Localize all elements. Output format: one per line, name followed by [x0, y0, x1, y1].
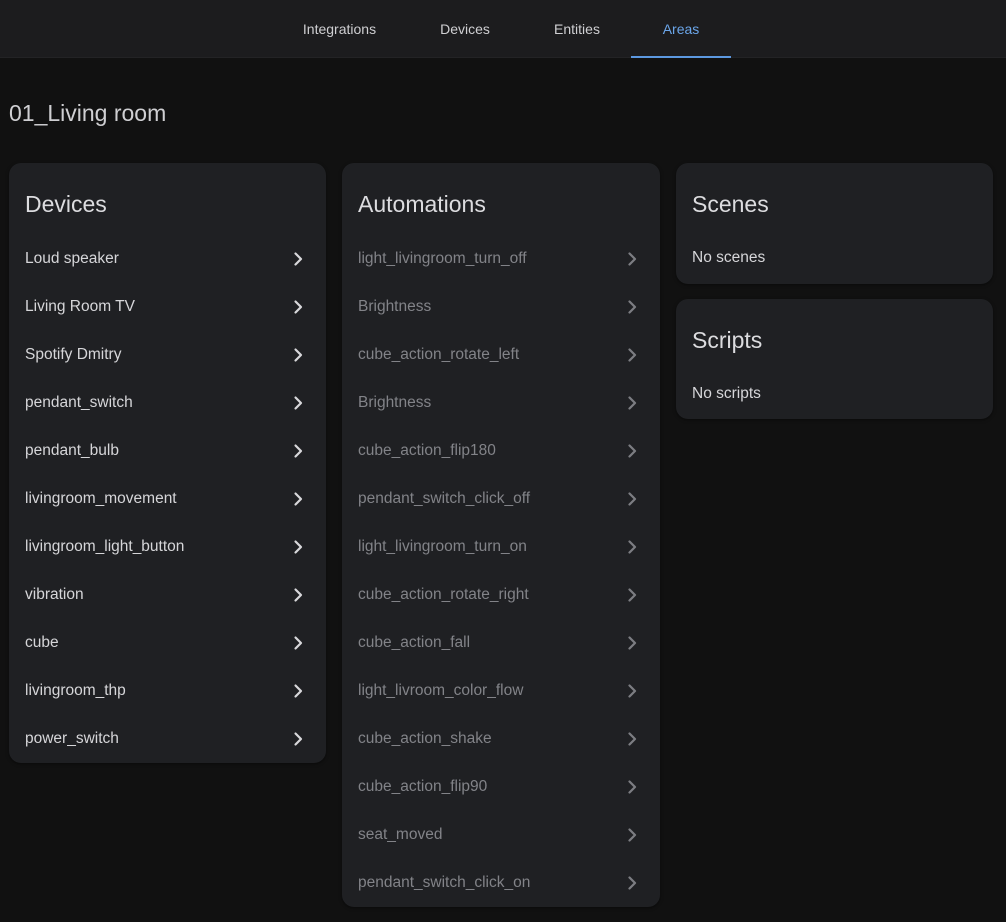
automation-item-label: cube_action_rotate_left [358, 346, 520, 363]
automation-item-label: light_livingroom_turn_off [358, 250, 527, 267]
scenes-card: Scenes No scenes [676, 163, 993, 284]
chevron-right-icon [290, 443, 306, 459]
automation-item-label: cube_action_shake [358, 730, 492, 747]
device-item-label: vibration [25, 586, 84, 603]
chevron-right-icon [624, 539, 640, 555]
device-item-label: Living Room TV [25, 298, 135, 315]
automation-item-label: seat_moved [358, 826, 443, 843]
chevron-right-icon [290, 347, 306, 363]
automation-item-label: pendant_switch_click_on [358, 874, 531, 891]
devices-list: Loud speaker Living Room TV Spotify Dmitry… [9, 235, 326, 763]
devices-card-title: Devices [25, 191, 107, 217]
device-item-row[interactable]: pendant_switch [9, 379, 326, 427]
automation-item-label: pendant_switch_click_off [358, 490, 531, 507]
device-item-row[interactable]: Living Room TV [9, 283, 326, 331]
chevron-right-icon [624, 347, 640, 363]
tab-areas[interactable]: Areas [631, 0, 731, 58]
chevron-right-icon [624, 731, 640, 747]
automation-item-label: cube_action_fall [358, 634, 471, 651]
automation-item-row[interactable]: light_livroom_color_flow [342, 667, 660, 715]
chevron-right-icon [624, 299, 640, 315]
devices-card: Devices Loud speaker Living Room TV Spotif… [9, 163, 326, 763]
device-item-row[interactable]: livingroom_movement [9, 475, 326, 523]
chevron-right-icon [290, 731, 306, 747]
chevron-right-icon [290, 635, 306, 651]
automations-list: light_livingroom_turn_off Brightness cube_… [342, 235, 660, 907]
scripts-card: Scripts No scripts [676, 299, 993, 419]
device-item-row[interactable]: Loud speaker [9, 235, 326, 283]
chevron-right-icon [290, 395, 306, 411]
automation-item-row[interactable]: cube_action_rotate_right [342, 571, 660, 619]
chevron-right-icon [624, 635, 640, 651]
automation-item-row[interactable]: pendant_switch_click_on [342, 859, 660, 907]
scripts-empty-text: No scripts [692, 385, 761, 402]
chevron-right-icon [624, 587, 640, 603]
chevron-right-icon [624, 251, 640, 267]
automation-item-row[interactable]: light_livingroom_turn_on [342, 523, 660, 571]
chevron-right-icon [290, 539, 306, 555]
device-item-label: livingroom_light_button [25, 538, 185, 555]
chevron-right-icon [624, 827, 640, 843]
automation-item-label: light_livingroom_turn_on [358, 538, 527, 555]
automation-item-row[interactable]: Brightness [342, 283, 660, 331]
chevron-right-icon [624, 395, 640, 411]
page-title: 01_Living room [9, 100, 167, 126]
chevron-right-icon [624, 683, 640, 699]
automation-item-row[interactable]: cube_action_shake [342, 715, 660, 763]
automation-item-row[interactable]: seat_moved [342, 811, 660, 859]
chevron-right-icon [290, 299, 306, 315]
tab-entities[interactable]: Entities [532, 0, 622, 58]
device-item-row[interactable]: pendant_bulb [9, 427, 326, 475]
chevron-right-icon [290, 683, 306, 699]
chevron-right-icon [290, 587, 306, 603]
device-item-row[interactable]: cube [9, 619, 326, 667]
device-item-label: power_switch [25, 730, 119, 747]
chevron-right-icon [624, 779, 640, 795]
tab-integrations[interactable]: Integrations [283, 0, 396, 58]
automation-item-label: Brightness [358, 394, 432, 411]
automation-item-row[interactable]: cube_action_flip90 [342, 763, 660, 811]
automations-card-title: Automations [358, 191, 486, 217]
device-item-label: pendant_bulb [25, 442, 119, 459]
automation-item-label: light_livroom_color_flow [358, 682, 524, 699]
device-item-row[interactable]: vibration [9, 571, 326, 619]
automations-card: Automations light_livingroom_turn_off Bri… [342, 163, 660, 907]
chevron-right-icon [624, 875, 640, 891]
automation-item-row[interactable]: cube_action_flip180 [342, 427, 660, 475]
device-item-label: cube [25, 634, 59, 651]
device-item-row[interactable]: livingroom_light_button [9, 523, 326, 571]
scenes-empty-text: No scenes [692, 249, 766, 266]
chevron-right-icon [290, 251, 306, 267]
scenes-card-title: Scenes [692, 191, 769, 217]
automation-item-label: cube_action_flip180 [358, 442, 496, 459]
automation-item-label: cube_action_rotate_right [358, 586, 529, 603]
device-item-label: Spotify Dmitry [25, 346, 122, 363]
scripts-card-title: Scripts [692, 327, 763, 353]
device-item-row[interactable]: livingroom_thp [9, 667, 326, 715]
automation-item-row[interactable]: light_livingroom_turn_off [342, 235, 660, 283]
device-item-row[interactable]: Spotify Dmitry [9, 331, 326, 379]
automation-item-row[interactable]: cube_action_rotate_left [342, 331, 660, 379]
automation-item-label: Brightness [358, 298, 432, 315]
device-item-label: Loud speaker [25, 250, 119, 267]
device-item-label: pendant_switch [25, 394, 133, 411]
chevron-right-icon [624, 491, 640, 507]
device-item-row[interactable]: power_switch [9, 715, 326, 763]
automation-item-row[interactable]: cube_action_fall [342, 619, 660, 667]
top-navigation-bar: Integrations Devices Entities Areas [0, 0, 1006, 58]
chevron-right-icon [624, 443, 640, 459]
device-item-label: livingroom_thp [25, 682, 126, 699]
chevron-right-icon [290, 491, 306, 507]
device-item-label: livingroom_movement [25, 490, 177, 507]
automation-item-row[interactable]: Brightness [342, 379, 660, 427]
tab-devices[interactable]: Devices [420, 0, 510, 58]
automation-item-label: cube_action_flip90 [358, 778, 488, 795]
automation-item-row[interactable]: pendant_switch_click_off [342, 475, 660, 523]
